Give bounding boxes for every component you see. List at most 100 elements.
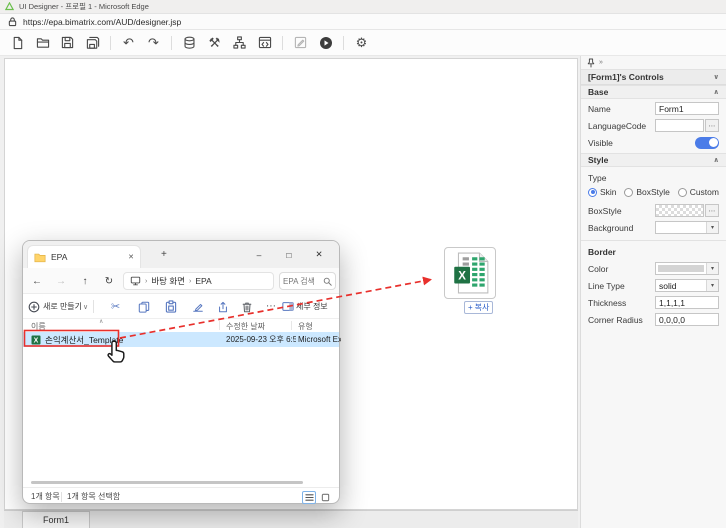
gear-icon: ⚙ xyxy=(356,35,368,51)
breadcrumb[interactable]: › 바탕 화면 › EPA xyxy=(123,272,274,290)
toolbar-separator xyxy=(282,36,283,50)
collapse-panel-icon[interactable]: » xyxy=(599,59,603,66)
radio-boxstyle[interactable]: BoxStyle xyxy=(624,187,670,197)
paste-button[interactable] xyxy=(165,298,177,315)
details-pane-icon xyxy=(282,301,294,312)
languagecode-browse-button[interactable]: ⋯ xyxy=(705,119,719,132)
radio-custom[interactable]: Custom xyxy=(678,187,719,197)
browser-titlebar: UI Designer - 프로필 1 - Microsoft Edge xyxy=(0,0,726,14)
window-maximize-button[interactable]: □ xyxy=(277,241,301,268)
languagecode-field[interactable] xyxy=(655,119,704,132)
column-name[interactable]: 이름 xyxy=(31,321,46,332)
breadcrumb-desktop[interactable]: 바탕 화면 xyxy=(151,275,185,287)
thickness-field[interactable] xyxy=(655,296,719,309)
up-button[interactable]: ↑ xyxy=(77,273,93,289)
rename-button[interactable] xyxy=(192,298,204,315)
radio-boxstyle-control[interactable] xyxy=(624,188,633,197)
line-type-value: solid xyxy=(656,280,706,291)
url-text[interactable]: https://epa.bimatrix.com/AUD/designer.js… xyxy=(23,17,181,27)
radio-custom-control[interactable] xyxy=(678,188,687,197)
border-color-select[interactable]: ▾ xyxy=(655,262,719,275)
search-input[interactable] xyxy=(283,277,323,286)
boxstyle-browse-button[interactable]: ⋯ xyxy=(705,204,719,217)
column-date[interactable]: 수정한 날짜 xyxy=(226,321,265,332)
svg-text:X: X xyxy=(34,337,39,344)
chevron-down-icon[interactable]: ▾ xyxy=(706,263,718,274)
redo-button[interactable]: ↷ xyxy=(141,33,166,53)
column-separator xyxy=(291,321,292,330)
explorer-tab-epa[interactable]: EPA ✕ xyxy=(27,245,141,268)
chevron-down-icon[interactable]: ▾ xyxy=(706,280,718,291)
copy-button[interactable] xyxy=(138,298,150,315)
edit-button[interactable] xyxy=(288,33,313,53)
app-logo-icon xyxy=(5,2,14,11)
save-button[interactable] xyxy=(55,33,80,53)
forward-button[interactable]: → xyxy=(53,273,69,289)
file-name[interactable]: 손익계산서_Template xyxy=(45,334,175,346)
file-row-selected[interactable]: X 손익계산서_Template 2025-09-23 오후 6:50 Micr… xyxy=(23,332,339,347)
section-base-label: Base xyxy=(588,87,608,97)
details-pane-label[interactable]: 세부 정보 xyxy=(296,298,328,315)
horizontal-scrollbar[interactable] xyxy=(31,481,303,484)
browser-urlbar[interactable]: https://epa.bimatrix.com/AUD/designer.js… xyxy=(0,14,726,30)
hierarchy-button[interactable] xyxy=(227,33,252,53)
section-base[interactable]: Base ∧ xyxy=(581,85,726,99)
row-line-type: Line Type solid ▾ xyxy=(581,278,726,293)
window-close-button[interactable]: ✕ xyxy=(307,241,331,268)
save-all-button[interactable] xyxy=(80,33,105,53)
more-options-button[interactable]: ⋯ xyxy=(266,298,276,315)
corner-radius-field[interactable] xyxy=(655,313,719,326)
properties-panel: » [Form1]'s Controls ∨ Base ∧ Name Langu… xyxy=(580,56,726,528)
visible-toggle[interactable] xyxy=(695,137,719,149)
radio-skin-control[interactable] xyxy=(588,188,597,197)
database-icon xyxy=(183,36,196,50)
new-tab-button[interactable]: + xyxy=(161,249,167,260)
copy-icon xyxy=(138,301,150,313)
name-field[interactable] xyxy=(655,102,719,115)
folder-icon xyxy=(34,252,46,263)
delete-button[interactable] xyxy=(241,298,253,315)
app-screen: UI Designer - 프로필 1 - Microsoft Edge htt… xyxy=(0,0,726,528)
controls-header-label: [Form1]'s Controls xyxy=(588,72,664,82)
script-editor-button[interactable] xyxy=(252,33,277,53)
explorer-tab-strip: EPA ✕ + – □ ✕ xyxy=(23,241,339,268)
background-label: Background xyxy=(588,223,633,233)
list-view-button[interactable] xyxy=(302,491,316,504)
excel-drop-target[interactable]: X xyxy=(444,247,496,299)
back-button[interactable]: ← xyxy=(29,273,45,289)
new-item-button[interactable] xyxy=(28,298,40,315)
type-label: Type xyxy=(581,167,726,185)
share-button[interactable] xyxy=(217,298,229,315)
background-select[interactable]: ▾ xyxy=(655,221,719,234)
tools-button[interactable]: ⚒ xyxy=(202,33,227,53)
boxstyle-swatch[interactable] xyxy=(655,204,704,217)
explorer-search[interactable] xyxy=(279,272,336,290)
icon-view-button[interactable] xyxy=(318,491,332,504)
controls-header[interactable]: [Form1]'s Controls ∨ xyxy=(581,70,726,85)
run-button[interactable] xyxy=(313,33,338,53)
tab-form1[interactable]: Form1 xyxy=(22,511,90,528)
line-type-select[interactable]: solid ▾ xyxy=(655,279,719,292)
tab-close-icon[interactable]: ✕ xyxy=(128,253,134,261)
window-minimize-button[interactable]: – xyxy=(247,241,271,268)
section-border-label: Border xyxy=(581,240,726,259)
breadcrumb-epa[interactable]: EPA xyxy=(195,276,211,286)
open-folder-button[interactable] xyxy=(30,33,55,53)
boxstyle-label: BoxStyle xyxy=(588,206,622,216)
undo-button[interactable]: ↶ xyxy=(116,33,141,53)
radio-skin[interactable]: Skin xyxy=(588,187,617,197)
new-item-label[interactable]: 새로 만들기 xyxy=(43,298,82,315)
pin-icon[interactable] xyxy=(587,58,595,68)
new-file-button[interactable] xyxy=(5,33,30,53)
cut-button[interactable]: ✂ xyxy=(111,298,120,315)
plus-circle-icon xyxy=(28,301,40,313)
type-radio-group: Skin BoxStyle Custom xyxy=(581,185,726,201)
refresh-button[interactable]: ↻ xyxy=(101,273,117,289)
section-style[interactable]: Style ∧ xyxy=(581,153,726,167)
thickness-label: Thickness xyxy=(588,298,626,308)
database-button[interactable] xyxy=(177,33,202,53)
column-type[interactable]: 유형 xyxy=(298,321,313,332)
chevron-down-icon[interactable]: ▾ xyxy=(706,222,718,233)
settings-button[interactable]: ⚙ xyxy=(349,33,374,53)
details-pane-button[interactable] xyxy=(282,298,294,315)
